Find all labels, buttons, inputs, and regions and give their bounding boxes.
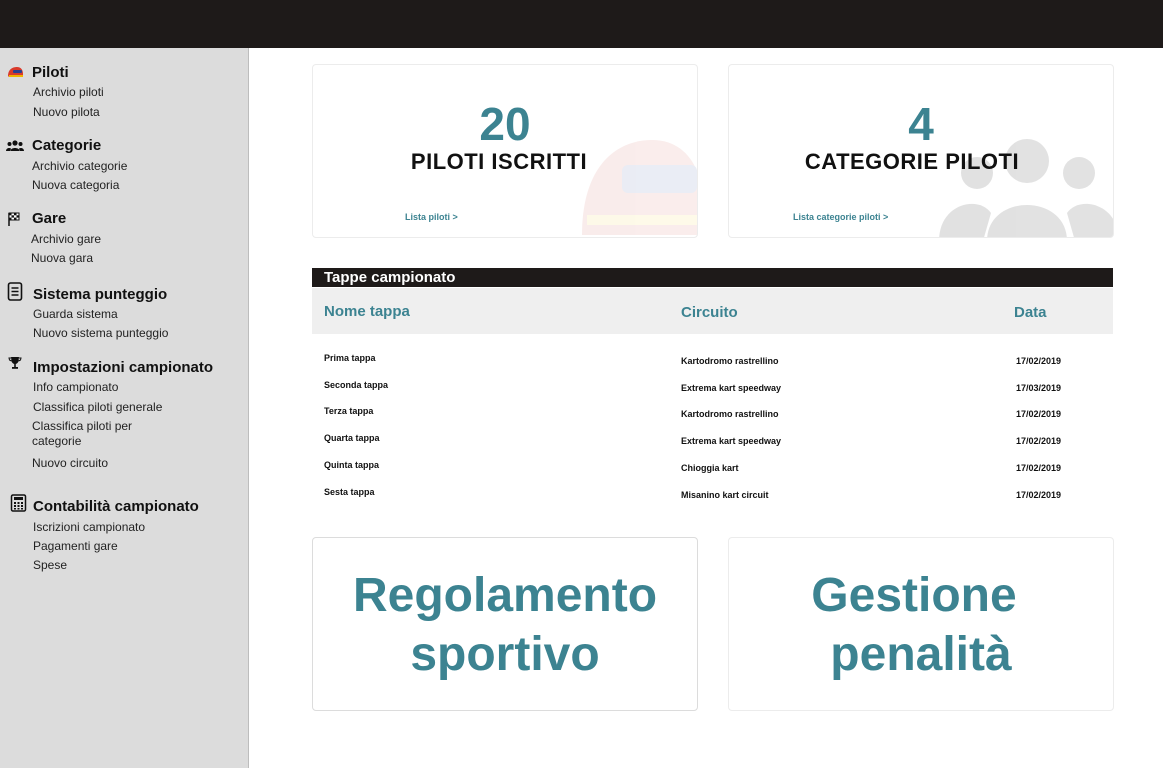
lista-categorie-link[interactable]: Lista categorie piloti >: [793, 212, 888, 222]
row-date: 17/02/2019: [1016, 436, 1062, 446]
sidebar-title-categorie: Categorie: [32, 137, 102, 154]
users-icon: [6, 138, 24, 154]
table-title-bar: Tappe campionato: [312, 268, 1113, 287]
sidebar-title-contabilita-campionato: Contabilità campionato: [33, 498, 199, 515]
sidebar-item-classifica-piloti-generale[interactable]: Classifica piloti generale: [33, 400, 162, 415]
sidebar-title-impostazioni-campionato: Impostazioni campionato: [33, 359, 214, 376]
row-name: Prima tappa: [324, 353, 376, 363]
calculator-icon: [10, 494, 28, 512]
col-data[interactable]: Data: [1014, 304, 1047, 321]
top-bar: [0, 0, 1163, 48]
piloti-card: 20 PILOTI ISCRITTI Lista piloti >: [312, 64, 698, 238]
penalita-line1: Gestione: [811, 569, 1017, 622]
row-date: 17/02/2019: [1016, 409, 1062, 419]
table-title: Tappe campionato: [324, 269, 456, 286]
piloti-label: PILOTI ISCRITTI: [410, 149, 588, 174]
row-circuit: Misanino kart circuit: [681, 490, 769, 500]
row-date: 17/02/2019: [1016, 463, 1062, 473]
helmet-icon: [6, 65, 24, 81]
col-nome-tappa[interactable]: Nome tappa: [324, 303, 410, 320]
categorie-label: CATEGORIE PILOTI: [804, 149, 1020, 174]
main-content: 20 PILOTI ISCRITTI Lista piloti > 4 CATE…: [249, 48, 1163, 768]
sidebar-section-gare: Gare Archivio gare Nuova gara: [0, 209, 248, 265]
sidebar-item-pagamenti-gare[interactable]: Pagamenti gare: [33, 539, 118, 554]
table-row[interactable]: Quinta tappa Chioggia kart 17/02/2019: [312, 459, 1113, 479]
sidebar: Piloti Archivio piloti Nuovo pilota Cate…: [0, 48, 249, 768]
categorie-card: 4 CATEGORIE PILOTI Lista categorie pilot…: [728, 64, 1114, 238]
sidebar-header-contabilita-campionato[interactable]: Contabilità campionato: [0, 494, 248, 515]
sidebar-header-sistema-punteggio[interactable]: Sistema punteggio: [0, 282, 248, 303]
row-name: Terza tappa: [324, 406, 374, 416]
regolamento-sportivo-card[interactable]: Regolamento sportivo: [312, 537, 698, 711]
sidebar-title-piloti: Piloti: [32, 64, 69, 81]
list-document-icon: [6, 282, 24, 301]
table-row[interactable]: Terza tappa Kartodromo rastrellino 17/02…: [312, 405, 1113, 425]
row-circuit: Chioggia kart: [681, 463, 739, 473]
table-header: Nome tappa Circuito Data: [312, 288, 1113, 334]
sidebar-header-gare[interactable]: Gare: [0, 209, 248, 229]
sidebar-item-info-campionato[interactable]: Info campionato: [33, 380, 118, 395]
row-date: 17/02/2019: [1016, 490, 1062, 500]
regolamento-line1: Regolamento: [352, 569, 658, 622]
table-row[interactable]: Prima tappa Kartodromo rastrellino 17/02…: [312, 352, 1113, 372]
lista-piloti-link[interactable]: Lista piloti >: [405, 212, 458, 222]
row-circuit: Kartodromo rastrellino: [681, 409, 779, 419]
sidebar-section-impostazioni-campionato: Impostazioni campionato Info campionato …: [0, 356, 248, 470]
row-date: 17/03/2019: [1016, 383, 1062, 393]
sidebar-header-impostazioni-campionato[interactable]: Impostazioni campionato: [0, 356, 248, 376]
checkered-flag-icon: [6, 211, 24, 227]
row-date: 17/02/2019: [1016, 356, 1062, 366]
piloti-count: 20: [479, 98, 531, 150]
row-name: Quinta tappa: [324, 460, 380, 470]
sidebar-item-archivio-categorie[interactable]: Archivio categorie: [32, 159, 127, 174]
categorie-count: 4: [908, 98, 934, 150]
table-row[interactable]: Sesta tappa Misanino kart circuit 17/02/…: [312, 486, 1113, 506]
sidebar-header-categorie[interactable]: Categorie: [0, 136, 248, 156]
sidebar-title-sistema-punteggio: Sistema punteggio: [33, 286, 168, 303]
sidebar-section-contabilita-campionato: Contabilità campionato Iscrizioni campio…: [0, 494, 248, 572]
row-circuit: Kartodromo rastrellino: [681, 356, 779, 366]
row-name: Seconda tappa: [324, 380, 389, 390]
table-row[interactable]: Quarta tappa Extrema kart speedway 17/02…: [312, 432, 1113, 452]
sidebar-item-nuovo-circuito[interactable]: Nuovo circuito: [32, 456, 108, 471]
row-circuit: Extrema kart speedway: [681, 383, 782, 393]
sidebar-item-archivio-piloti[interactable]: Archivio piloti: [33, 85, 104, 100]
sidebar-item-nuovo-pilota[interactable]: Nuovo pilota: [33, 105, 100, 120]
sidebar-title-gare: Gare: [32, 210, 67, 227]
sidebar-section-categorie: Categorie Archivio categorie Nuova categ…: [0, 136, 248, 192]
regolamento-line2: sportivo: [410, 628, 600, 681]
penalita-line2: penalità: [830, 628, 1012, 681]
sidebar-item-iscrizioni-campionato[interactable]: Iscrizioni campionato: [33, 520, 145, 535]
sidebar-section-piloti: Piloti Archivio piloti Nuovo pilota: [0, 63, 248, 119]
sidebar-item-archivio-gare[interactable]: Archivio gare: [31, 232, 101, 247]
sidebar-section-sistema-punteggio: Sistema punteggio Guarda sistema Nuovo s…: [0, 282, 248, 340]
sidebar-item-guarda-sistema[interactable]: Guarda sistema: [33, 307, 118, 322]
sidebar-item-classifica-piloti-per-categorie-line2[interactable]: categorie: [32, 434, 81, 449]
row-name: Sesta tappa: [324, 487, 375, 497]
sidebar-item-nuovo-sistema-punteggio[interactable]: Nuovo sistema punteggio: [33, 326, 168, 341]
table-row[interactable]: Seconda tappa Extrema kart speedway 17/0…: [312, 379, 1113, 399]
row-name: Quarta tappa: [324, 433, 380, 443]
sidebar-header-piloti[interactable]: Piloti: [0, 63, 248, 83]
row-circuit: Extrema kart speedway: [681, 436, 782, 446]
sidebar-item-classifica-piloti-per-categorie[interactable]: Classifica piloti per: [32, 419, 132, 434]
col-circuito[interactable]: Circuito: [681, 304, 738, 321]
sidebar-item-spese[interactable]: Spese: [33, 558, 67, 573]
sidebar-item-nuova-gara[interactable]: Nuova gara: [31, 251, 93, 266]
trophy-icon: [6, 356, 24, 372]
sidebar-item-nuova-categoria[interactable]: Nuova categoria: [32, 178, 119, 193]
gestione-penalita-card[interactable]: Gestione penalità: [728, 537, 1114, 711]
